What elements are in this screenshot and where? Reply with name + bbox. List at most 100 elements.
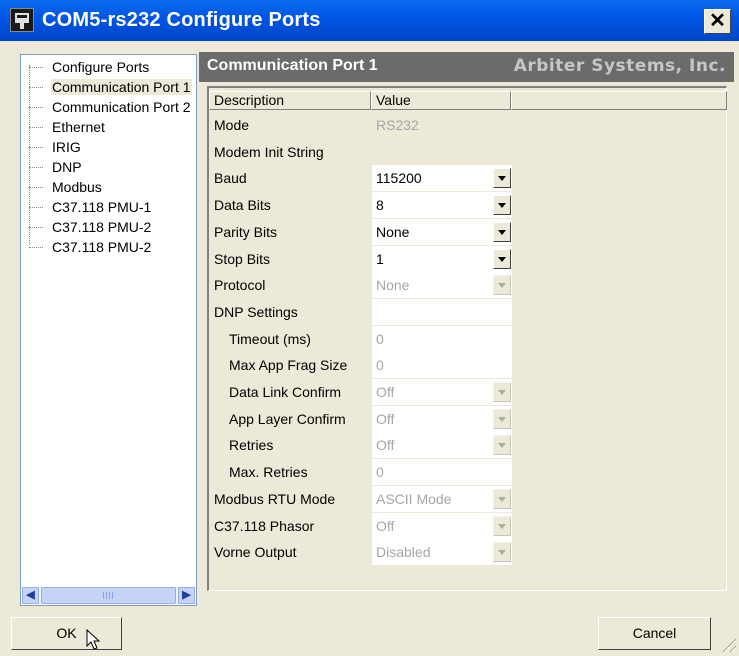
property-value: RS232 (372, 112, 512, 138)
property-row: DNP Settings (209, 298, 725, 325)
dropdown-arrow-icon (493, 515, 511, 536)
horizontal-scrollbar[interactable]: ◀ ▶ (22, 587, 195, 604)
property-label: Max. Retries (229, 464, 308, 481)
tree-item-label: Communication Port 1 (51, 79, 192, 95)
property-row: C37.118 Phasor Off (209, 512, 725, 539)
property-label: Modem Init String (214, 143, 324, 160)
property-value: Disabled (372, 539, 512, 566)
property-value[interactable]: 115200 (372, 165, 512, 192)
property-row: Max App Frag Size 0 (209, 352, 725, 379)
property-value[interactable]: 1 (372, 245, 512, 272)
title-bar[interactable]: COM5-rs232 Configure Ports ✕ (0, 0, 739, 41)
dropdown-arrow-icon (493, 275, 511, 296)
configure-ports-dialog: COM5-rs232 Configure Ports ✕ Configure P… (0, 0, 739, 656)
property-value-text: Off (376, 410, 395, 427)
property-row: Protocol None (209, 272, 725, 299)
tree-connector (29, 207, 43, 208)
tree-connector (29, 227, 43, 228)
tree-item-label: C37.118 PMU-2 (52, 219, 152, 235)
property-grid: Description Value Mode RS232 Modem Init St… (207, 86, 727, 591)
tree-item-label: IRIG (52, 139, 81, 155)
dropdown-arrow-icon[interactable] (493, 168, 511, 189)
property-label: Data Link Confirm (229, 384, 342, 400)
property-row: Timeout (ms) 0 (209, 325, 725, 352)
tree-connector (29, 247, 43, 248)
property-value: ASCII Mode (372, 485, 512, 512)
tree-item-label: Modbus (52, 179, 102, 195)
property-value-text: RS232 (376, 117, 419, 133)
dropdown-arrow-icon[interactable] (493, 195, 511, 216)
window-title: COM5-rs232 Configure Ports (42, 9, 321, 31)
column-header-filler (511, 91, 727, 110)
company-watermark: Arbiter Systems, Inc. (513, 56, 726, 76)
resize-grip[interactable] (720, 636, 736, 652)
column-header-value[interactable]: Value (371, 91, 511, 110)
tree-item-label: C37.118 PMU-1 (52, 199, 152, 215)
property-value-text: 0 (376, 464, 384, 481)
property-value: Off (372, 405, 512, 432)
dropdown-arrow-icon (493, 382, 511, 402)
property-row: Modem Init String (209, 139, 725, 165)
property-label: Timeout (ms) (229, 330, 311, 347)
property-value-text: Off (376, 437, 395, 454)
property-row: Modbus RTU Mode ASCII Mode (209, 485, 725, 512)
tree-connector (29, 67, 43, 68)
property-label: Modbus RTU Mode (214, 490, 336, 507)
property-row: Retries Off (209, 432, 725, 459)
property-value: 0 (372, 325, 512, 352)
dropdown-arrow-icon[interactable] (493, 248, 511, 269)
property-value: Off (372, 432, 512, 459)
property-row: App Layer Confirm Off (209, 405, 725, 432)
scroll-thumb[interactable] (41, 587, 176, 604)
property-label: Baud (214, 170, 247, 187)
property-value-text: Disabled (376, 544, 431, 561)
dropdown-arrow-icon[interactable] (493, 221, 511, 242)
tree-connector (29, 87, 43, 88)
property-value: Off (372, 379, 512, 405)
tree-item-label: C37.118 PMU-2 (52, 239, 152, 255)
property-value-text: None (376, 277, 410, 294)
serial-port-icon (10, 8, 34, 32)
dropdown-arrow-icon (493, 435, 511, 456)
property-value-text: 115200 (376, 170, 422, 187)
property-value-text: None (376, 223, 410, 240)
property-row: Baud 115200 (209, 165, 725, 192)
column-header-description[interactable]: Description (209, 91, 371, 110)
ok-button[interactable]: OK (11, 617, 122, 650)
property-label: Protocol (214, 277, 266, 294)
property-label: Stop Bits (214, 250, 271, 267)
dropdown-arrow-icon (493, 408, 511, 429)
tree-item-label: DNP (52, 159, 82, 175)
property-label: Mode (214, 117, 250, 133)
panel-header: Communication Port 1 Arbiter Systems, In… (199, 52, 734, 82)
dropdown-arrow-icon (493, 488, 511, 509)
property-row: Mode RS232 (209, 112, 725, 138)
property-value: 0 (372, 459, 512, 486)
property-row: Data Bits 8 (209, 192, 725, 219)
dropdown-arrow-icon (493, 542, 511, 563)
tree-item-label: Communication Port 2 (52, 99, 191, 115)
property-value-text: ASCII Mode (376, 490, 452, 507)
tree-connector (29, 167, 43, 168)
tree-connector (29, 147, 43, 148)
property-value-text: Off (376, 384, 395, 400)
close-button[interactable]: ✕ (704, 9, 731, 34)
tree-item-label: Configure Ports (52, 59, 150, 75)
property-row: Vorne Output Disabled (209, 539, 725, 566)
scroll-right-button[interactable]: ▶ (178, 587, 195, 604)
property-value-text: Off (376, 517, 395, 534)
property-label: Retries (229, 437, 274, 454)
property-label: Vorne Output (214, 544, 297, 561)
port-tree[interactable]: Configure Ports Communication Port 1 Commu… (20, 54, 197, 606)
mouse-pointer-icon (86, 629, 101, 650)
scroll-left-button[interactable]: ◀ (22, 587, 39, 604)
property-value[interactable]: None (372, 218, 512, 245)
tree-connector (29, 127, 43, 128)
tree-connector (29, 107, 43, 108)
property-label: Data Bits (214, 197, 271, 214)
property-label: App Layer Confirm (229, 410, 346, 427)
property-value[interactable]: 8 (372, 192, 512, 219)
property-label: Max App Frag Size (229, 357, 348, 374)
property-value-text: 0 (376, 330, 384, 347)
cancel-button[interactable]: Cancel (598, 617, 711, 650)
